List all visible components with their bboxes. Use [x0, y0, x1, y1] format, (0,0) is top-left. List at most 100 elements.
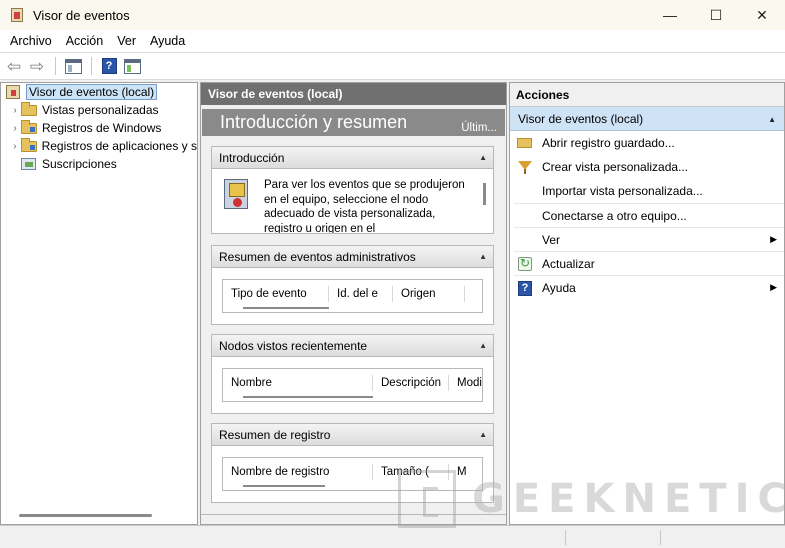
event-viewer-icon	[5, 85, 21, 99]
submenu-arrow-icon: ▶	[770, 282, 777, 292]
tree-item-label: Visor de eventos (local)	[26, 84, 158, 100]
tree-item-root[interactable]: Visor de eventos (local)	[1, 83, 197, 101]
action-label: Ver	[542, 232, 561, 247]
last-refreshed-label: Últim...	[461, 122, 497, 134]
subscriptions-icon	[21, 157, 37, 171]
status-bar	[0, 525, 785, 548]
horizontal-scrollbar[interactable]	[243, 485, 325, 487]
collapse-icon[interactable]: ▲	[479, 252, 487, 261]
action-refresh[interactable]: Actualizar	[514, 251, 784, 275]
column-header[interactable]: Tamaño (	[373, 464, 449, 480]
section-recent-nodes: Nodos vistos recientemente ▲ Nombre Desc…	[211, 334, 494, 414]
column-header[interactable]: Id. del e	[329, 286, 393, 302]
intro-text: Para ver los eventos que se produjeron e…	[264, 179, 465, 233]
tree-item-subscriptions[interactable]: Suscripciones	[1, 155, 197, 173]
horizontal-scrollbar[interactable]	[243, 396, 373, 398]
close-icon: ✕	[756, 6, 768, 23]
tree-item-windows-logs[interactable]: › Registros de Windows	[1, 119, 197, 137]
tree-item-label: Vistas personalizadas	[42, 103, 159, 117]
collapse-icon[interactable]: ▲	[479, 153, 487, 162]
action-label: Conectarse a otro equipo...	[542, 208, 687, 223]
forward-button[interactable]: ⇨	[27, 56, 47, 76]
banner-title: Introducción y resumen	[220, 112, 408, 132]
tree-item-label: Registros de Windows	[42, 121, 162, 135]
column-header[interactable]: Tipo de evento	[223, 286, 329, 302]
action-connect-computer[interactable]: Conectarse a otro equipo...	[514, 203, 784, 227]
column-header[interactable]: M	[449, 464, 482, 480]
section-header[interactable]: Resumen de eventos administrativos ▲	[212, 246, 493, 268]
collapse-icon[interactable]: ▲	[479, 430, 487, 439]
menu-ayuda[interactable]: Ayuda	[143, 34, 192, 48]
chevron-right-icon[interactable]: ›	[9, 123, 21, 134]
action-spacer	[517, 183, 533, 199]
action-open-saved-log[interactable]: Abrir registro guardado...	[510, 131, 784, 155]
section-title: Resumen de eventos administrativos	[219, 249, 416, 264]
refresh-icon	[517, 256, 533, 272]
actions-group-header[interactable]: Visor de eventos (local) ▲	[510, 107, 784, 131]
column-header[interactable]: Nombre de registro	[223, 464, 373, 480]
column-header[interactable]: Descripción	[373, 375, 449, 391]
close-button[interactable]: ✕	[739, 0, 785, 30]
action-label: Abrir registro guardado...	[542, 136, 675, 150]
action-view[interactable]: Ver ▶	[514, 227, 784, 251]
show-hide-action-pane-button[interactable]	[122, 56, 142, 76]
collapse-icon[interactable]: ▲	[479, 341, 487, 350]
menu-archivo[interactable]: Archivo	[3, 34, 59, 48]
section-header[interactable]: Resumen de registro ▲	[212, 424, 493, 446]
pane-header: Visor de eventos (local)	[201, 83, 506, 105]
action-spacer	[517, 208, 533, 224]
action-pane-icon	[123, 58, 141, 74]
back-arrow-icon: ⇦	[6, 56, 22, 76]
help-icon: ?	[517, 280, 533, 296]
intro-body: Para ver los eventos que se produjeron e…	[212, 169, 493, 233]
folder-icon	[21, 102, 37, 117]
tree-item-app-service-logs[interactable]: › Registros de aplicaciones y s	[1, 137, 197, 155]
menu-accion[interactable]: Acción	[59, 34, 111, 48]
help-button[interactable]: ?	[99, 56, 119, 76]
maximize-button[interactable]: ☐	[693, 0, 739, 30]
table-header: Tipo de evento Id. del e Origen	[223, 286, 465, 302]
filter-icon	[517, 159, 533, 175]
title-bar: Visor de eventos — ☐ ✕	[0, 0, 785, 30]
show-hide-console-tree-button[interactable]	[63, 56, 83, 76]
window-controls: — ☐ ✕	[647, 0, 785, 30]
actions-group-title: Visor de eventos (local)	[518, 111, 644, 126]
table-header: Nombre de registro Tamaño ( M	[223, 464, 482, 480]
window-title: Visor de eventos	[33, 7, 130, 23]
menu-bar: Archivo Acción Ver Ayuda	[0, 30, 785, 52]
column-header[interactable]: Modi	[449, 375, 482, 391]
submenu-arrow-icon: ▶	[770, 234, 777, 244]
chevron-right-icon[interactable]: ›	[9, 105, 21, 116]
action-import-custom-view[interactable]: Importar vista personalizada...	[510, 179, 784, 203]
section-header[interactable]: Introducción ▲	[212, 147, 493, 169]
action-label: Ayuda	[542, 280, 576, 295]
vertical-scrollbar[interactable]	[483, 183, 486, 205]
log-summary-table: Nombre de registro Tamaño ( M	[222, 457, 483, 491]
section-title: Introducción	[219, 150, 285, 165]
tree-item-custom-views[interactable]: › Vistas personalizadas	[1, 101, 197, 119]
event-log-icon	[224, 179, 248, 209]
collapse-icon[interactable]: ▲	[768, 115, 776, 124]
action-label: Importar vista personalizada...	[542, 184, 703, 198]
folder-icon	[20, 138, 37, 153]
section-title: Resumen de registro	[219, 427, 331, 442]
action-label: Actualizar	[542, 256, 595, 271]
console-tree-icon	[64, 58, 82, 74]
action-help[interactable]: ? Ayuda ▶	[514, 275, 784, 299]
recent-nodes-table: Nombre Descripción Modi	[222, 368, 483, 402]
maximize-icon: ☐	[709, 6, 723, 23]
chevron-right-icon[interactable]: ›	[9, 141, 21, 152]
help-icon: ?	[101, 58, 117, 74]
section-header[interactable]: Nodos vistos recientemente ▲	[212, 335, 493, 357]
horizontal-scrollbar[interactable]	[243, 307, 329, 309]
action-create-custom-view[interactable]: Crear vista personalizada...	[510, 155, 784, 179]
section-intro: Introducción ▲ Para ver los eventos que …	[211, 146, 494, 234]
back-button[interactable]: ⇦	[4, 56, 24, 76]
toolbar-separator	[55, 57, 56, 75]
column-header[interactable]: Nombre	[223, 375, 373, 391]
menu-ver[interactable]: Ver	[110, 34, 143, 48]
minimize-button[interactable]: —	[647, 0, 693, 30]
column-header[interactable]: Origen	[393, 286, 465, 302]
horizontal-scrollbar[interactable]	[19, 514, 152, 517]
action-spacer	[517, 232, 533, 248]
